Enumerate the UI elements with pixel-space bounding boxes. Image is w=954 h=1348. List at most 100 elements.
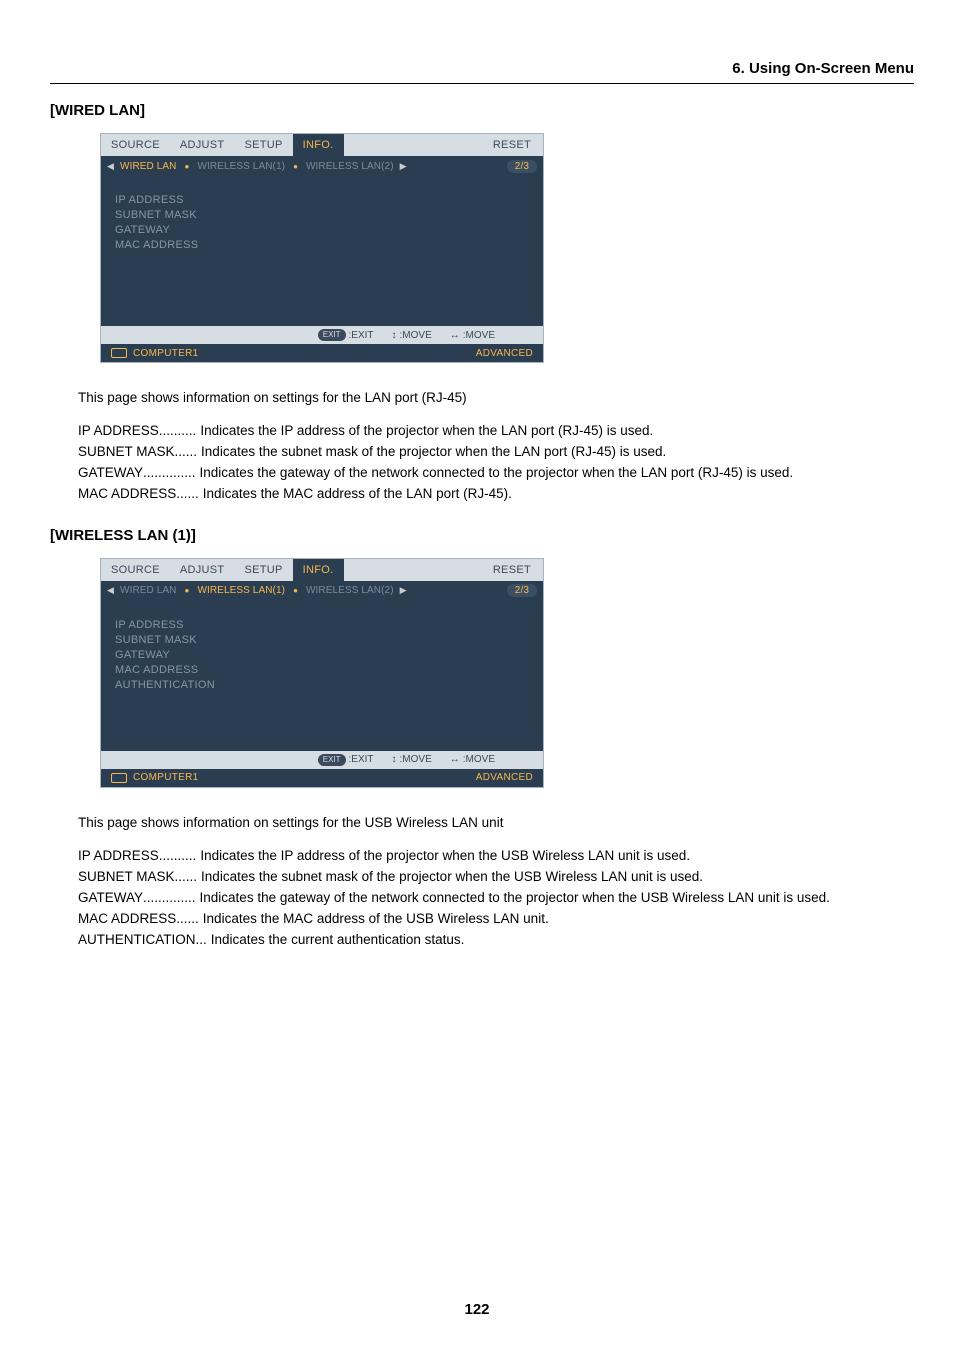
- def-term: AUTHENTICATION: [78, 930, 196, 951]
- section-title-wired: [WIRED LAN]: [50, 102, 914, 119]
- hint-exit: :EXIT: [349, 754, 374, 765]
- chevron-right-icon: ▶: [400, 585, 407, 596]
- def-row: MAC ADDRESS......Indicates the MAC addre…: [78, 484, 914, 505]
- subtab-w2: WIRELESS LAN(2): [304, 161, 396, 172]
- def-value: Indicates the subnet mask of the project…: [197, 867, 703, 888]
- def-term: GATEWAY: [78, 463, 143, 484]
- tab-reset: RESET: [483, 134, 543, 156]
- def-row: GATEWAY..............Indicates the gatew…: [78, 463, 914, 484]
- exit-icon: EXIT: [318, 754, 346, 766]
- section1-description: This page shows information on settings …: [78, 389, 914, 407]
- tab-setup: SETUP: [234, 559, 292, 581]
- osd-body: IP ADDRESS SUBNET MASK GATEWAY MAC ADDRE…: [101, 601, 543, 751]
- osd-body: IP ADDRESS SUBNET MASK GATEWAY MAC ADDRE…: [101, 176, 543, 326]
- hint-exit: :EXIT: [349, 330, 374, 341]
- osd-row: SUBNET MASK: [115, 209, 529, 221]
- def-row: IP ADDRESS..........Indicates the IP add…: [78, 421, 914, 442]
- def-value: Indicates the MAC address of the LAN por…: [199, 484, 512, 505]
- def-row: GATEWAY..............Indicates the gatew…: [78, 888, 914, 909]
- def-value: Indicates the MAC address of the USB Wir…: [199, 909, 549, 930]
- exit-icon: EXIT: [318, 329, 346, 341]
- def-dots: ...: [196, 930, 207, 951]
- port-icon: [111, 348, 127, 358]
- section-title-wireless: [WIRELESS LAN (1)]: [50, 527, 914, 544]
- osd-wireless-lan-1: SOURCE ADJUST SETUP INFO. RESET ◀ WIRED …: [100, 558, 544, 788]
- chevron-left-icon: ◀: [107, 585, 114, 596]
- bullet-icon: ●: [183, 586, 192, 595]
- page-number: 122: [0, 1301, 954, 1318]
- updown-icon: ↕: [392, 330, 397, 341]
- def-dots: ......: [175, 867, 198, 888]
- osd-row: AUTHENTICATION: [115, 679, 529, 691]
- hint-move-h: :MOVE: [463, 330, 495, 341]
- def-value: Indicates the IP address of the projecto…: [196, 421, 653, 442]
- def-dots: ......: [175, 442, 198, 463]
- osd-sub-tabs: ◀ WIRED LAN ● WIRELESS LAN(1) ● WIRELESS…: [101, 581, 543, 601]
- def-dots: ..........: [159, 846, 197, 867]
- def-dots: ..............: [143, 463, 196, 484]
- osd-top-tabs: SOURCE ADJUST SETUP INFO. RESET: [101, 134, 543, 156]
- chapter-header: 6. Using On-Screen Menu: [50, 60, 914, 84]
- def-row: SUBNET MASK......Indicates the subnet ma…: [78, 442, 914, 463]
- def-term: GATEWAY: [78, 888, 143, 909]
- port-icon: [111, 773, 127, 783]
- def-value: Indicates the current authentication sta…: [207, 930, 465, 951]
- def-dots: ..............: [143, 888, 196, 909]
- footer-advanced: ADVANCED: [476, 772, 533, 783]
- osd-row: IP ADDRESS: [115, 194, 529, 206]
- def-value: Indicates the gateway of the network con…: [196, 463, 794, 484]
- def-term: SUBNET MASK: [78, 442, 175, 463]
- osd-row: GATEWAY: [115, 224, 529, 236]
- bullet-icon: ●: [291, 162, 300, 171]
- footer-source: COMPUTER1: [133, 772, 198, 783]
- tab-info: INFO.: [293, 134, 344, 156]
- def-value: Indicates the gateway of the network con…: [196, 888, 830, 909]
- bullet-icon: ●: [183, 162, 192, 171]
- tab-source: SOURCE: [101, 134, 170, 156]
- updown-icon: ↕: [392, 754, 397, 765]
- osd-row: GATEWAY: [115, 649, 529, 661]
- hint-move-v: :MOVE: [400, 754, 432, 765]
- def-dots: ......: [176, 484, 199, 505]
- def-row: IP ADDRESS..........Indicates the IP add…: [78, 846, 914, 867]
- osd-row: SUBNET MASK: [115, 634, 529, 646]
- osd-footer: COMPUTER1 ADVANCED: [101, 769, 543, 787]
- page-count: 2/3: [507, 584, 537, 597]
- def-row: AUTHENTICATION...Indicates the current a…: [78, 930, 914, 951]
- def-term: MAC ADDRESS: [78, 484, 176, 505]
- osd-row: MAC ADDRESS: [115, 664, 529, 676]
- osd-top-tabs: SOURCE ADJUST SETUP INFO. RESET: [101, 559, 543, 581]
- def-value: Indicates the IP address of the projecto…: [196, 846, 690, 867]
- def-row: SUBNET MASK......Indicates the subnet ma…: [78, 867, 914, 888]
- osd-row: IP ADDRESS: [115, 619, 529, 631]
- tab-reset: RESET: [483, 559, 543, 581]
- def-term: SUBNET MASK: [78, 867, 175, 888]
- chevron-left-icon: ◀: [107, 161, 114, 172]
- section2-definitions: IP ADDRESS..........Indicates the IP add…: [78, 846, 914, 951]
- subtab-wired: WIRED LAN: [118, 585, 178, 596]
- footer-source: COMPUTER1: [133, 348, 198, 359]
- osd-hints: EXIT:EXIT ↕:MOVE ↔:MOVE: [101, 326, 543, 344]
- osd-hints: EXIT:EXIT ↕:MOVE ↔:MOVE: [101, 751, 543, 769]
- hint-move-v: :MOVE: [400, 330, 432, 341]
- def-dots: ..........: [159, 421, 197, 442]
- tab-source: SOURCE: [101, 559, 170, 581]
- osd-wired-lan: SOURCE ADJUST SETUP INFO. RESET ◀ WIRED …: [100, 133, 544, 363]
- tab-setup: SETUP: [234, 134, 292, 156]
- tab-adjust: ADJUST: [170, 559, 235, 581]
- def-value: Indicates the subnet mask of the project…: [197, 442, 666, 463]
- footer-advanced: ADVANCED: [476, 348, 533, 359]
- subtab-w1: WIRELESS LAN(1): [195, 585, 287, 596]
- def-row: MAC ADDRESS......Indicates the MAC addre…: [78, 909, 914, 930]
- osd-row: MAC ADDRESS: [115, 239, 529, 251]
- leftright-icon: ↔: [450, 330, 460, 341]
- def-dots: ......: [176, 909, 199, 930]
- section2-description: This page shows information on settings …: [78, 814, 914, 832]
- section1-definitions: IP ADDRESS..........Indicates the IP add…: [78, 421, 914, 505]
- tab-info: INFO.: [293, 559, 344, 581]
- def-term: IP ADDRESS: [78, 846, 159, 867]
- osd-sub-tabs: ◀ WIRED LAN ● WIRELESS LAN(1) ● WIRELESS…: [101, 156, 543, 176]
- subtab-wired: WIRED LAN: [118, 161, 178, 172]
- page-count: 2/3: [507, 160, 537, 173]
- osd-footer: COMPUTER1 ADVANCED: [101, 344, 543, 362]
